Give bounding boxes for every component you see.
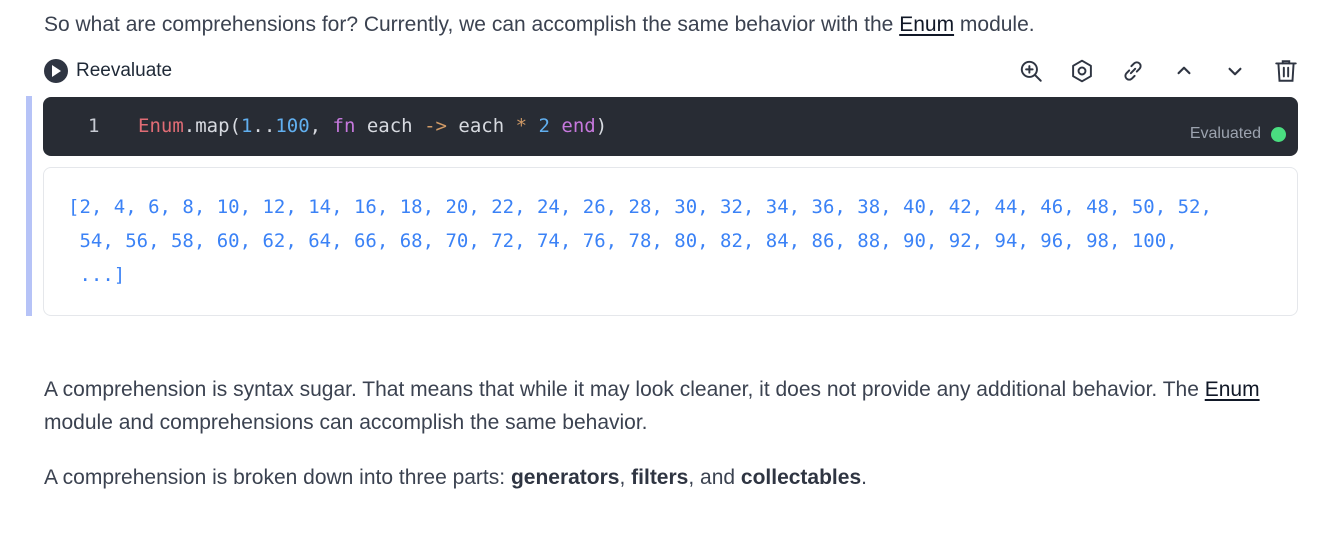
code-end: end (561, 115, 596, 137)
para2-text: A comprehension is syntax sugar. That me… (44, 378, 1205, 401)
status-label: Evaluated (1189, 125, 1261, 142)
chevron-up-icon[interactable] (1171, 58, 1197, 84)
cell-output: [2, 4, 6, 8, 10, 12, 14, 16, 18, 20, 22,… (43, 167, 1298, 316)
zoom-in-icon[interactable] (1018, 58, 1044, 84)
output-text: [2, 4, 6, 8, 10, 12, 14, 16, 18, 20, 22,… (68, 190, 1212, 292)
evaluation-status: Evaluated (1190, 125, 1286, 143)
link-icon[interactable] (1120, 58, 1146, 84)
code-module: Enum (138, 115, 184, 137)
cell-toolbar: Reevaluate (44, 56, 1299, 86)
code-two: 2 (538, 115, 550, 137)
code-range-dots: .. (252, 115, 276, 137)
code-comma: , (309, 115, 333, 137)
code-arg: each (355, 115, 425, 137)
play-icon (44, 59, 68, 83)
code-arrow: -> (424, 115, 447, 137)
intro-text-end: module. (954, 13, 1035, 36)
code-range-end: 100 (275, 115, 310, 137)
output-line-2: 54, 56, 58, 60, 62, 64, 66, 68, 70, 72, … (68, 230, 1178, 252)
term-collectables: collectables (740, 466, 862, 489)
intro-paragraph: So what are comprehensions for? Currentl… (44, 8, 1261, 41)
code-space-2 (550, 115, 561, 137)
code-call: .map( (183, 115, 241, 137)
para3-sep-2: , and (688, 466, 741, 489)
enum-link[interactable]: Enum (899, 13, 954, 36)
code-close: ) (595, 115, 608, 137)
code-editor[interactable]: 1 Enum.map(1..100, fn each -> each * 2 e… (43, 97, 1298, 156)
para2-text-end: module and comprehensions can accomplish… (44, 411, 648, 434)
code-range-start: 1 (240, 115, 253, 137)
intro-text: So what are comprehensions for? Currentl… (44, 13, 900, 36)
cell-focus-bar (26, 96, 32, 316)
settings-icon[interactable] (1069, 58, 1095, 84)
parts-paragraph: A comprehension is broken down into thre… (44, 461, 1261, 494)
line-number: 1 (88, 115, 100, 137)
para3-end: . (861, 466, 867, 489)
para3-text: A comprehension is broken down into thre… (44, 466, 511, 489)
code-times: * (515, 115, 528, 137)
syntax-sugar-paragraph: A comprehension is syntax sugar. That me… (44, 373, 1261, 439)
chevron-down-icon[interactable] (1222, 58, 1248, 84)
output-line-3: ...] (68, 264, 126, 286)
term-generators: generators (510, 466, 620, 489)
enum-link-2[interactable]: Enum (1205, 378, 1260, 401)
code-line[interactable]: Enum.map(1..100, fn each -> each * 2 end… (138, 115, 607, 137)
reevaluate-button[interactable]: Reevaluate (44, 59, 172, 83)
trash-icon[interactable] (1273, 58, 1299, 84)
code-fn: fn (332, 115, 356, 137)
code-expr-var: each (446, 115, 516, 137)
status-dot-icon (1271, 126, 1286, 142)
output-line-1: [2, 4, 6, 8, 10, 12, 14, 16, 18, 20, 22,… (68, 196, 1212, 218)
reevaluate-label: Reevaluate (76, 60, 173, 81)
term-filters: filters (631, 466, 689, 489)
para3-sep-1: , (619, 466, 632, 489)
